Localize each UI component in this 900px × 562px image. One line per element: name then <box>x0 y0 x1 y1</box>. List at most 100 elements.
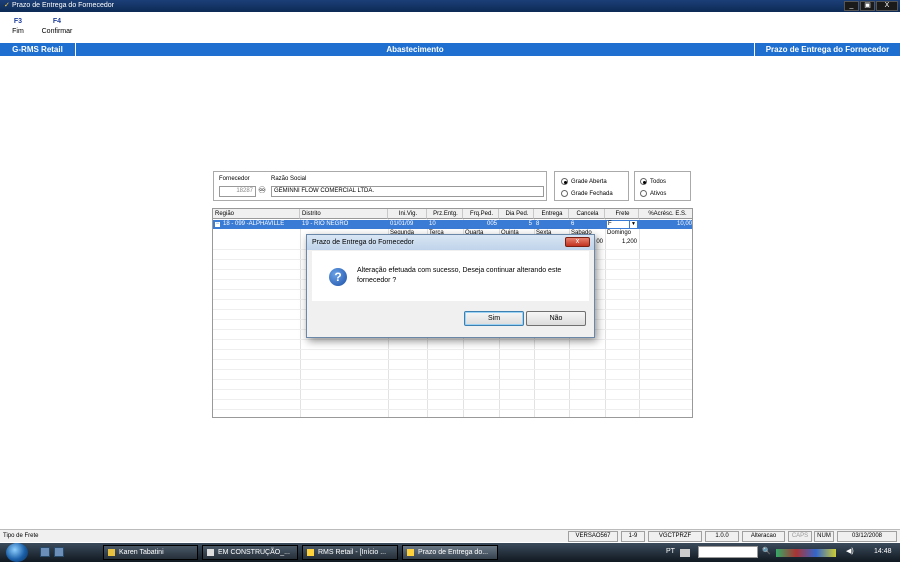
window-titlebar: ✓ Prazo de Entrega do Fornecedor _ ▣ X <box>0 0 900 12</box>
grid-rule <box>213 409 692 410</box>
status-text: Tipo de Frete <box>3 533 39 539</box>
col-frq-ped[interactable]: Frq.Ped. <box>463 209 499 219</box>
task-prazo-entrega[interactable]: Prazo de Entrega do... <box>402 545 498 560</box>
tray-icons[interactable] <box>776 549 836 557</box>
collapse-icon[interactable]: − <box>215 221 220 227</box>
folder-icon <box>108 548 115 556</box>
confirmar-key: F4 <box>52 18 62 25</box>
col-cancela[interactable]: Cancela <box>569 209 605 219</box>
status-date: 03/12/2008 <box>837 531 897 542</box>
razao-label: Razão Social <box>271 176 307 182</box>
task-label: Karen Tabatini <box>119 549 164 556</box>
row-dia-ped[interactable]: 5 <box>499 220 534 229</box>
task-karen[interactable]: Karen Tabatini <box>103 545 198 560</box>
dialog-title: Prazo de Entrega do Fornecedor <box>307 235 594 250</box>
col-entrega[interactable]: Entrega <box>534 209 569 219</box>
keyboard-icon[interactable] <box>680 549 690 557</box>
radio-unchecked-icon <box>561 190 568 197</box>
sub-domingo: Domingo <box>607 230 632 236</box>
status-build: 1.0.0 <box>705 531 739 542</box>
nao-button[interactable]: Não <box>526 311 586 326</box>
confirmar-button[interactable]: F4 Confirmar <box>38 18 76 35</box>
status-range: 1-9 <box>621 531 645 542</box>
sim-button[interactable]: Sim <box>464 311 524 326</box>
dialog-close-button[interactable]: x <box>565 237 590 247</box>
task-em-construcao[interactable]: EM CONSTRUÇÃO_... <box>202 545 298 560</box>
task-label: Prazo de Entrega do... <box>418 549 489 556</box>
grid-rule <box>213 339 692 340</box>
grid-rule <box>213 399 692 400</box>
col-acresc[interactable]: %Acrésc. E.S. <box>639 209 692 219</box>
col-dia-ped[interactable]: Dia Ped. <box>499 209 534 219</box>
sub-domingo-value: 1,200 <box>621 239 637 245</box>
language-indicator[interactable]: PT <box>666 546 675 558</box>
row-distrito[interactable]: 19 - RIO NEGRO <box>300 220 388 229</box>
col-regiao[interactable]: Região <box>213 209 300 219</box>
search-icon[interactable]: 🔍 <box>762 546 771 558</box>
razao-social-field: GEMINNI FLOW COMERCIAL LTDA. <box>271 186 544 197</box>
confirmar-label: Confirmar <box>41 28 73 35</box>
row-prz-entg[interactable]: 10 <box>427 220 463 229</box>
status-program: VGCTPRZF <box>648 531 702 542</box>
row-ini-vig[interactable]: 01/01/09 <box>388 220 427 229</box>
binoculars-icon[interactable]: ♾ <box>258 185 266 196</box>
grid-rule <box>213 379 692 380</box>
grid-rule <box>213 369 692 370</box>
ativos-label: Ativos <box>650 190 667 197</box>
status-caps: CAPS <box>788 531 812 542</box>
chevron-down-icon[interactable]: ▼ <box>630 221 637 228</box>
google-search-input[interactable] <box>698 546 758 558</box>
col-distrito[interactable]: Distrito <box>300 209 388 219</box>
grade-aberta-radio[interactable]: Grade Aberta <box>561 178 607 185</box>
dialog-message: Alteração efetuada com sucesso, Deseja c… <box>357 267 562 284</box>
task-rms-retail[interactable]: RMS Retail - [Início ... <box>302 545 398 560</box>
row-regiao[interactable]: −18 - 099 -ALPHAVILLE <box>213 220 300 229</box>
row-frete[interactable]: F ▼ <box>605 220 639 229</box>
app-icon: ✓ <box>4 2 10 9</box>
ativos-radio[interactable]: Ativos <box>640 190 666 197</box>
confirmation-dialog: Prazo de Entrega do Fornecedor x ? Alter… <box>306 234 595 338</box>
supplier-panel: Fornecedor Razão Social 18287 ♾ GEMINNI … <box>213 171 547 201</box>
fim-button[interactable]: F3 Fim <box>6 18 30 35</box>
radio-checked-icon <box>561 178 568 185</box>
clock: 14:48 <box>874 548 892 555</box>
todos-radio[interactable]: Todos <box>640 178 666 185</box>
maximize-button[interactable]: ▣ <box>860 1 875 11</box>
radio-checked-icon <box>640 178 647 185</box>
window-controls: _ ▣ X <box>844 1 898 11</box>
screen-name: Prazo de Entrega do Fornecedor <box>754 43 900 56</box>
status-filter-panel: Todos Ativos <box>634 171 691 201</box>
fim-label: Fim <box>12 28 24 35</box>
grade-fechada-label: Grade Fechada <box>571 190 613 197</box>
start-button[interactable] <box>6 543 28 562</box>
row-cancela[interactable]: 6 <box>569 220 605 229</box>
rms-icon <box>407 548 414 556</box>
minimize-button[interactable]: _ <box>844 1 859 11</box>
status-version: VERSAO567 <box>568 531 618 542</box>
col-frete[interactable]: Frete <box>605 209 639 219</box>
row-frq-ped[interactable]: 005 <box>463 220 499 229</box>
radio-unchecked-icon <box>640 190 647 197</box>
grade-panel: Grade Aberta Grade Fechada <box>554 171 629 201</box>
fornecedor-input[interactable]: 18287 <box>219 186 256 197</box>
module-header: G-RMS Retail Abastecimento Prazo de Entr… <box>0 43 900 56</box>
frete-select[interactable]: F <box>607 221 629 228</box>
module-name: Abastecimento <box>386 45 444 54</box>
row-entrega[interactable]: 8 <box>534 220 569 229</box>
window-title: Prazo de Entrega do Fornecedor <box>12 2 114 9</box>
switch-windows-icon[interactable] <box>54 547 64 557</box>
toolbar: F3 Fim F4 Confirmar <box>0 14 900 42</box>
speaker-icon[interactable]: ◀) <box>846 546 854 558</box>
col-prz-entg[interactable]: Prz.Entg. <box>427 209 463 219</box>
regiao-value: 18 - 099 -ALPHAVILLE <box>223 221 285 227</box>
close-button[interactable]: X <box>876 1 898 11</box>
grade-fechada-radio[interactable]: Grade Fechada <box>561 190 613 197</box>
status-num: NUM <box>814 531 834 542</box>
window-icon <box>207 548 214 556</box>
col-ini-vig[interactable]: Ini.Vig. <box>388 209 427 219</box>
grid-rule <box>213 389 692 390</box>
task-label: RMS Retail - [Início ... <box>318 549 387 556</box>
show-desktop-icon[interactable] <box>40 547 50 557</box>
row-acresc[interactable]: 10,00 <box>639 220 692 229</box>
grid-rule <box>213 349 692 350</box>
